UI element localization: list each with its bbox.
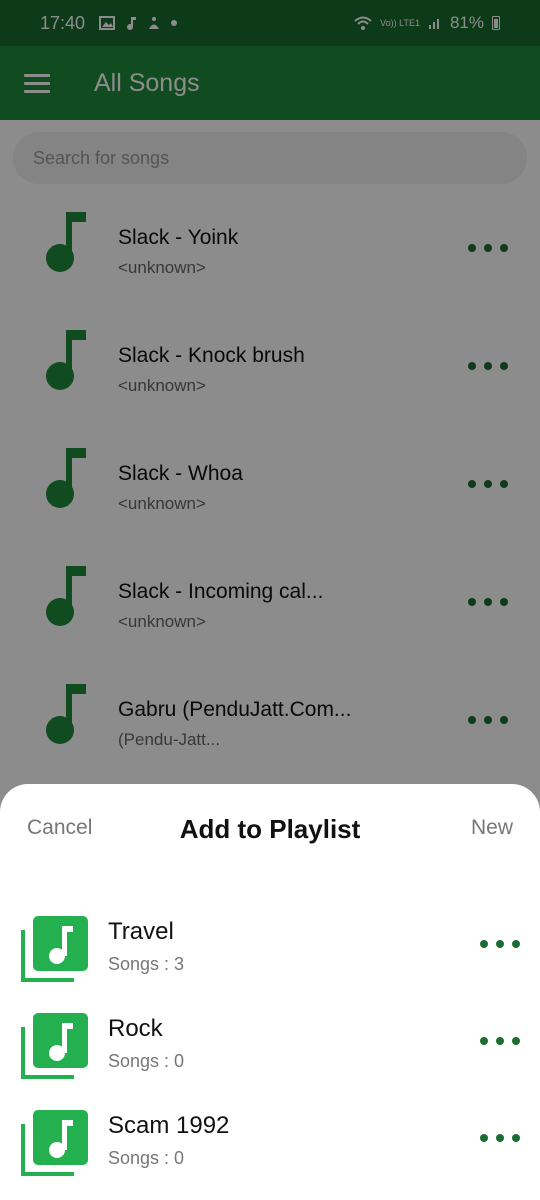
more-icon[interactable] <box>480 1134 520 1142</box>
cancel-button[interactable]: Cancel <box>27 816 92 840</box>
playlist-count: Songs : 0 <box>108 1051 185 1071</box>
playlist-icon <box>21 1013 88 1079</box>
more-icon[interactable] <box>480 940 520 948</box>
playlist-name: Rock <box>108 1015 163 1042</box>
playlist-row[interactable]: Rock Songs : 0 <box>0 1007 540 1097</box>
more-icon[interactable] <box>480 1037 520 1045</box>
playlist-name: Travel <box>108 918 174 945</box>
playlist-count: Songs : 3 <box>108 954 185 974</box>
playlist-row[interactable]: Travel Songs : 3 <box>0 910 540 1000</box>
playlist-count: Songs : 0 <box>108 1148 185 1168</box>
playlist-name: Scam 1992 <box>108 1112 230 1139</box>
playlist-icon <box>21 1110 88 1176</box>
add-to-playlist-sheet: Add to Playlist Cancel New Travel Songs … <box>0 784 540 1200</box>
playlist-row[interactable]: Scam 1992 Songs : 0 <box>0 1104 540 1194</box>
playlist-icon <box>21 916 88 982</box>
new-playlist-button[interactable]: New <box>471 816 513 840</box>
